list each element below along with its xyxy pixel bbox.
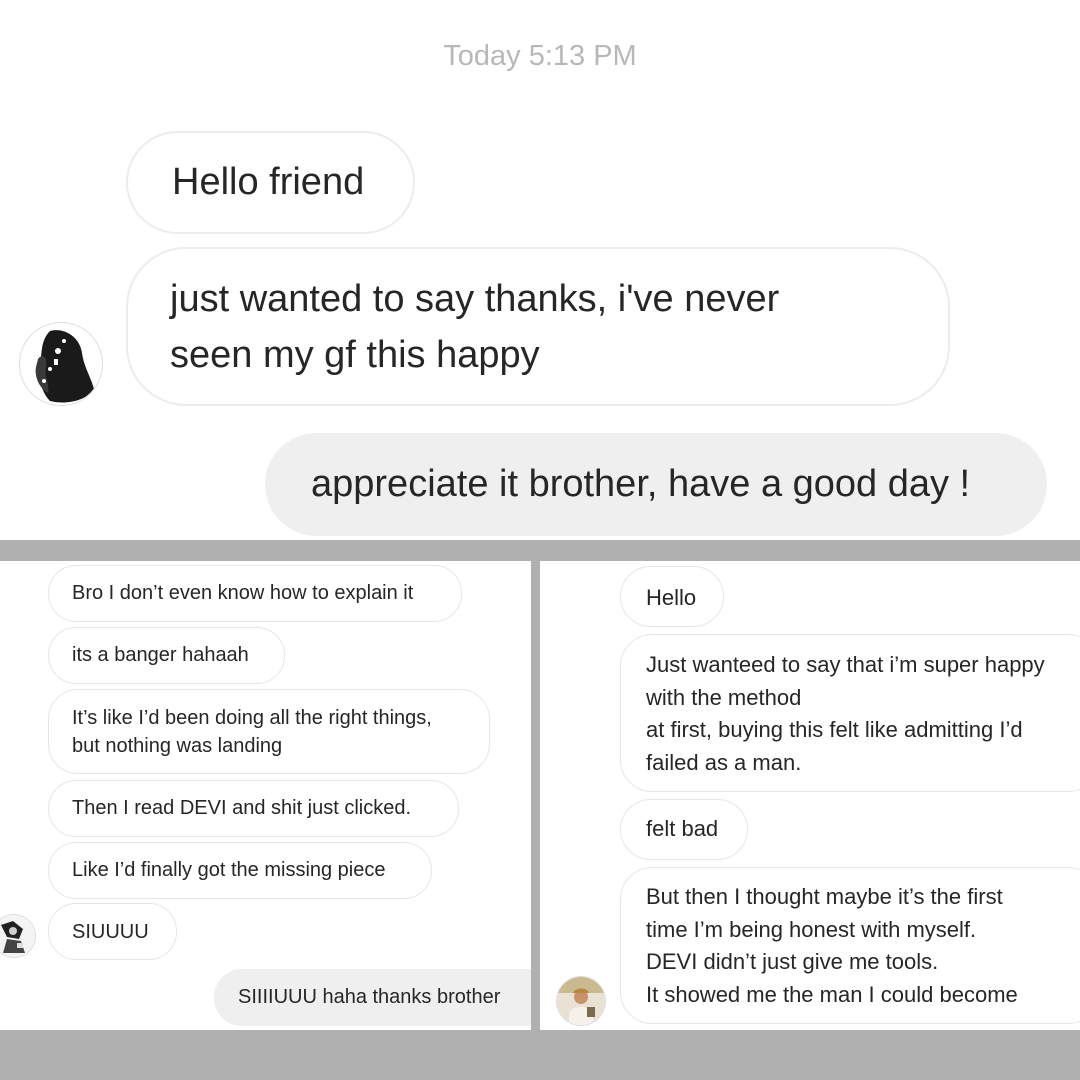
message-bubble-incoming[interactable]: felt bad bbox=[620, 799, 748, 860]
message-bubble-incoming[interactable]: Like I’d finally got the missing piece bbox=[48, 842, 432, 899]
message-bubble-outgoing[interactable]: appreciate it brother, have a good day ! bbox=[265, 433, 1047, 536]
message-bubble-outgoing[interactable]: SIIIIUUU haha thanks brother bbox=[214, 969, 531, 1026]
message-bubble-incoming[interactable]: SIUUUU bbox=[48, 903, 177, 960]
bottom-right-conversation: Hello Just wanteed to say that i’m super… bbox=[540, 561, 1080, 1030]
message-bubble-incoming[interactable]: Hello bbox=[620, 566, 724, 627]
message-bubble-incoming[interactable]: It’s like I’d been doing all the right t… bbox=[48, 689, 490, 774]
message-bubble-incoming[interactable]: Just wanteed to say that i’m super happy… bbox=[620, 634, 1080, 792]
message-bubble-incoming[interactable]: just wanted to say thanks, i've never se… bbox=[126, 247, 950, 406]
message-bubble-incoming[interactable]: Hello friend bbox=[126, 131, 415, 234]
avatar-image-icon bbox=[557, 977, 605, 1025]
message-bubble-incoming[interactable]: its a banger hahaah bbox=[48, 627, 285, 684]
message-bubble-incoming[interactable]: Bro I don’t even know how to explain it bbox=[48, 565, 462, 622]
avatar[interactable] bbox=[0, 914, 36, 958]
avatar[interactable] bbox=[19, 322, 103, 406]
avatar-image-icon bbox=[0, 915, 35, 957]
avatar[interactable] bbox=[556, 976, 606, 1026]
top-conversation: Today 5:13 PM Hello friend just wanted t… bbox=[0, 0, 1080, 540]
bottom-left-conversation: Bro I don’t even know how to explain it … bbox=[0, 561, 531, 1030]
screenshot-collage: Today 5:13 PM Hello friend just wanted t… bbox=[0, 0, 1080, 1080]
timestamp: Today 5:13 PM bbox=[443, 40, 637, 72]
message-bubble-incoming[interactable]: Then I read DEVI and shit just clicked. bbox=[48, 780, 459, 837]
message-bubble-incoming[interactable]: But then I thought maybe it’s the first … bbox=[620, 867, 1080, 1024]
avatar-image-icon bbox=[20, 323, 102, 405]
